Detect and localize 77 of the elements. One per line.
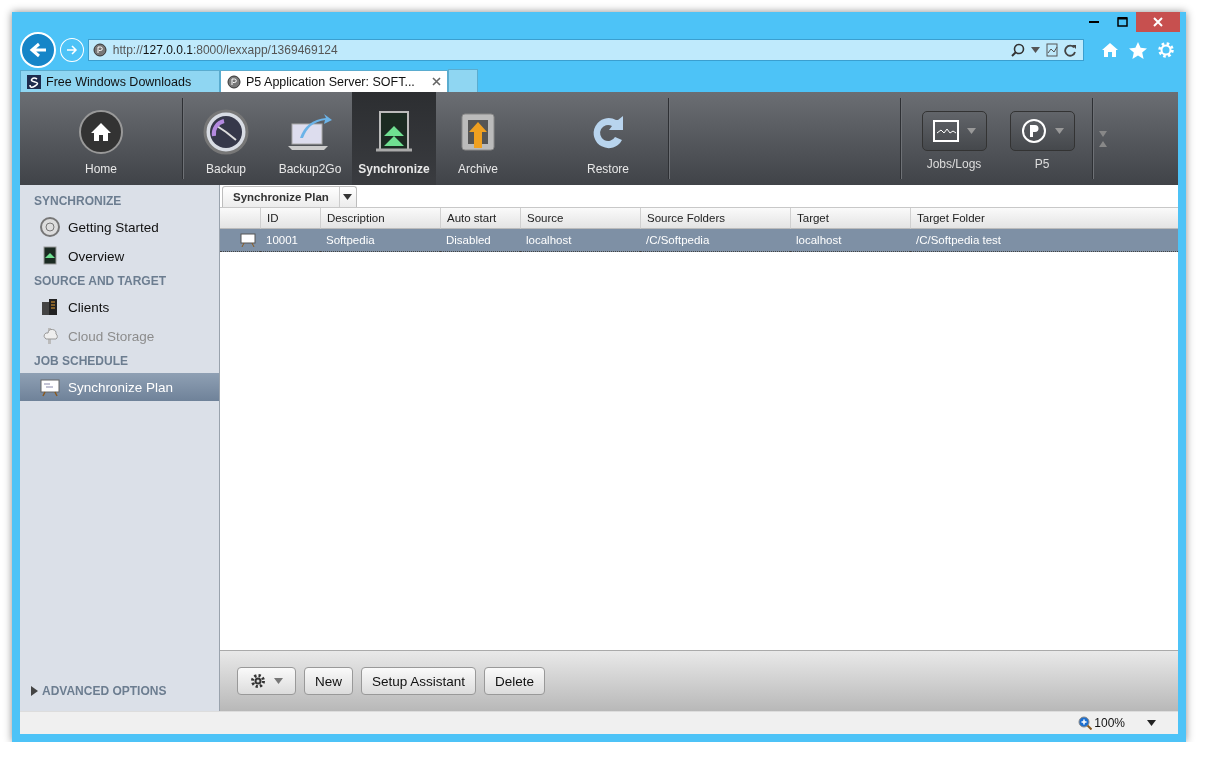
expander-icon bbox=[30, 686, 38, 696]
sidebar-item[interactable]: Overview bbox=[20, 242, 219, 270]
table-cell: 10001 bbox=[260, 229, 320, 252]
action-button[interactable]: Setup Assistant bbox=[361, 667, 477, 695]
site-logo-icon bbox=[27, 74, 41, 89]
back-button[interactable] bbox=[20, 32, 56, 68]
section-heading: SYNCHRONIZE bbox=[33, 193, 123, 210]
easel-icon bbox=[240, 233, 256, 247]
table-cell: Disabled bbox=[440, 229, 520, 252]
column-header[interactable]: Auto start bbox=[440, 208, 520, 229]
close-button[interactable] bbox=[1136, 12, 1180, 32]
help-icon bbox=[40, 217, 60, 237]
search-icon[interactable] bbox=[1011, 43, 1026, 57]
action-button[interactable]: Delete bbox=[484, 667, 546, 695]
column-header[interactable]: Target bbox=[790, 208, 910, 229]
p5-logo-icon bbox=[227, 74, 241, 89]
caret-icon bbox=[274, 678, 283, 684]
tool-dropdown-button[interactable] bbox=[1009, 110, 1075, 151]
section-heading: JOB SCHEDULE bbox=[33, 353, 129, 370]
star-icon bbox=[1129, 41, 1148, 59]
close-icon[interactable] bbox=[432, 77, 441, 86]
address-field[interactable]: http://127.0.0.1:8000/lexxapp/1369469124 bbox=[87, 39, 1085, 61]
tab-title: Free Windows Downloads bbox=[46, 74, 192, 89]
dropdown-caret-icon bbox=[1031, 47, 1041, 53]
toolbar-tab[interactable]: Home bbox=[20, 92, 182, 185]
section-heading: SOURCE AND TARGET bbox=[33, 273, 167, 290]
sync-frame-icon bbox=[40, 246, 60, 266]
tool-dropdown-button[interactable] bbox=[921, 110, 987, 151]
zoom-level[interactable]: 100% bbox=[1078, 716, 1125, 730]
clock-icon bbox=[202, 108, 250, 156]
zoom-dropdown-icon bbox=[1147, 720, 1156, 726]
caret-icon bbox=[343, 194, 353, 200]
zoom-icon bbox=[1078, 716, 1093, 730]
gear-icon bbox=[250, 673, 266, 689]
table-cell: /C/Softpedia test bbox=[910, 229, 1178, 252]
compatibility-icon[interactable] bbox=[1046, 43, 1059, 57]
column-header[interactable]: Source Folders bbox=[640, 208, 790, 229]
minimize-icon bbox=[1089, 20, 1099, 24]
home-icon bbox=[77, 108, 125, 156]
maximize-icon bbox=[1116, 17, 1128, 27]
browser-tab[interactable]: Free Windows Downloads bbox=[20, 70, 220, 92]
sidebar-item[interactable]: Clients bbox=[20, 293, 219, 321]
tab-title: P5 Application Server: SOFT... bbox=[246, 74, 415, 89]
table-cell: /C/Softpedia bbox=[640, 229, 790, 252]
chart-icon bbox=[932, 119, 959, 142]
panel-tab[interactable]: Synchronize Plan bbox=[222, 186, 357, 207]
settings-icon bbox=[1157, 41, 1176, 59]
table-cell: localhost bbox=[520, 229, 640, 252]
toolbar-tab[interactable]: Backup bbox=[184, 92, 268, 185]
toolbar-tab[interactable]: Synchronize bbox=[352, 92, 436, 185]
caret-icon bbox=[966, 127, 976, 134]
sidebar-item[interactable]: Getting Started bbox=[20, 213, 219, 241]
tool-label: Jobs/Logs bbox=[926, 156, 982, 171]
server-icon bbox=[40, 297, 60, 317]
column-header[interactable]: Source bbox=[520, 208, 640, 229]
p5-logo-icon bbox=[92, 43, 107, 57]
toolbar-tab[interactable]: Restore bbox=[548, 92, 668, 185]
table-cell: localhost bbox=[790, 229, 910, 252]
p5-logo-icon bbox=[1020, 117, 1047, 144]
easel-icon bbox=[40, 377, 60, 397]
tool-label: P5 bbox=[1034, 156, 1050, 171]
column-header[interactable]: ID bbox=[260, 208, 320, 229]
caret-icon bbox=[1054, 127, 1064, 134]
close-icon bbox=[1153, 17, 1163, 27]
browser-tab[interactable]: P5 Application Server: SOFT... bbox=[220, 70, 448, 92]
column-header[interactable]: Description bbox=[320, 208, 440, 229]
action-button[interactable]: New bbox=[304, 667, 353, 695]
table-cell: Softpedia bbox=[320, 229, 440, 252]
home-icon bbox=[1101, 42, 1120, 58]
column-header[interactable]: Target Folder bbox=[910, 208, 1178, 229]
toolbar-tab[interactable]: Backup2Go bbox=[268, 92, 352, 185]
gear-dropdown-button[interactable] bbox=[237, 667, 296, 695]
cloud-icon bbox=[40, 326, 60, 346]
back-arrow-icon bbox=[28, 42, 47, 58]
toolbar-tab[interactable]: Archive bbox=[436, 92, 520, 185]
refresh-icon[interactable] bbox=[1064, 43, 1078, 57]
forward-arrow-icon bbox=[65, 45, 78, 55]
